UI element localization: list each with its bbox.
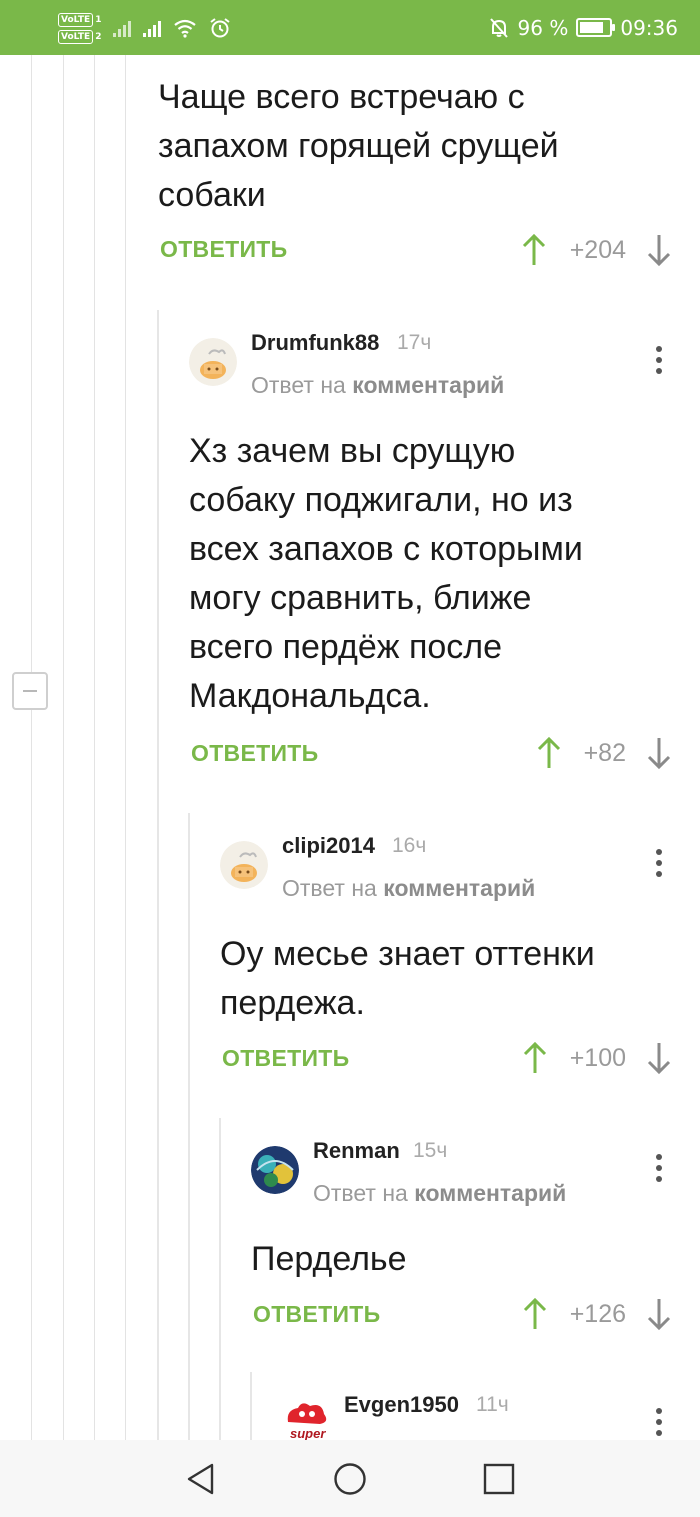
thread-line [63,55,64,1440]
reply-button[interactable]: ОТВЕТИТЬ [253,1301,380,1328]
reply-to-label[interactable]: Ответ на комментарий [313,1180,566,1207]
upvote-icon[interactable] [521,1297,549,1331]
text-line: собаки [158,176,266,214]
timestamp: 15ч [413,1139,448,1162]
more-options-icon[interactable] [649,843,669,883]
reply-button[interactable]: ОТВЕТИТЬ [160,236,287,263]
battery-percent: 96 % [517,15,569,40]
comment: clipi2014 16ч Ответ на комментарий Оу ме… [188,813,700,1440]
text-line: пердежа. [220,984,365,1022]
text-line: Хз зачем вы срущую [189,432,516,470]
timestamp: 17ч [397,331,432,354]
battery-icon [576,18,616,37]
wifi-icon [174,19,197,38]
comment-text: Хз зачем вы срущую собаку поджигали, но … [189,427,689,721]
comment-text: Чаще всего встречаю с запахом горящей ср… [158,73,678,220]
timestamp: 16ч [392,834,427,857]
text-line: Оу месье знает оттенки [220,935,595,973]
volte-tag: VoLTE [58,12,94,27]
recents-icon[interactable] [482,1462,516,1496]
downvote-icon[interactable] [645,1041,673,1075]
back-icon[interactable] [184,1462,218,1496]
volte-indicators: VoLTE 1 VoLTE 2 [58,12,102,44]
comment-thread-border [219,1118,221,1440]
mute-icon [489,17,508,38]
username[interactable]: clipi2014 [282,833,375,859]
status-right: 96 % 09:36 [488,0,678,55]
status-bar: VoLTE 1 VoLTE 2 96 % 09:36 [0,0,700,55]
status-left: VoLTE 1 VoLTE 2 [58,6,231,50]
text-line: запахом горящей срущей [158,127,559,165]
comment-text: Перделье [251,1235,691,1284]
thread-line [31,55,32,1440]
sim-number: 2 [95,31,102,42]
sim-number: 1 [95,14,102,25]
reply-to-link[interactable]: комментарий [414,1180,566,1206]
volte-sim2: VoLTE 2 [58,29,102,44]
rating: +82 [583,739,626,767]
reply-to-link[interactable]: комментарий [352,372,504,398]
alarm-icon [210,18,231,38]
text-line: Перделье [251,1240,407,1278]
rating: +100 [569,1044,626,1072]
more-options-icon[interactable] [649,1148,669,1188]
downvote-icon[interactable] [645,233,673,267]
thread-line [125,55,126,1440]
comment-thread-border [188,813,190,1440]
comment-text: Оу месье знает оттенки пердежа. [220,930,690,1028]
more-options-icon[interactable] [649,1402,669,1440]
text-line: Чаще всего встречаю с [158,78,525,116]
thread-line [94,55,95,1440]
collapse-thread-button[interactable] [12,672,48,710]
signal-icon [113,19,132,37]
reply-to-prefix: Ответ на [251,372,353,398]
comment-thread-border [157,310,159,1440]
volte-tag: VoLTE [58,29,94,44]
comment: Drumfunk88 17ч Ответ на комментарий Хз з… [157,310,700,1440]
volte-sim1: VoLTE 1 [58,12,102,27]
comment: Renman 15ч Ответ на комментарий Перделье… [219,1118,700,1440]
reply-to-label[interactable]: Ответ на комментарий [251,372,504,399]
screen: VoLTE 1 VoLTE 2 96 % 09:36 Чаще всего вс… [0,0,700,1517]
clock: 09:36 [620,15,678,40]
reply-button[interactable]: ОТВЕТИТЬ [191,740,318,767]
downvote-icon[interactable] [645,736,673,770]
timestamp: 11ч [476,1393,509,1416]
home-icon[interactable] [333,1462,367,1496]
avatar[interactable]: super [282,1400,330,1440]
text-line: всех запахов с которыми [189,530,583,568]
comment: super Evgen1950 11ч [250,1372,700,1440]
reply-to-prefix: Ответ на [282,875,384,901]
parent-comment: Чаще всего встречаю с запахом горящей ср… [158,55,700,300]
text-line: Макдональдса. [189,677,431,715]
rating: +126 [569,1300,626,1328]
more-options-icon[interactable] [649,340,669,380]
text-line: собаку поджигали, но из [189,481,573,519]
username[interactable]: Renman [313,1138,400,1164]
navigation-bar [0,1440,700,1517]
reply-to-prefix: Ответ на [313,1180,415,1206]
comment-thread-border [250,1372,252,1440]
reply-to-link[interactable]: комментарий [383,875,535,901]
username[interactable]: Drumfunk88 [251,330,379,356]
avatar[interactable] [189,338,237,386]
avatar[interactable] [220,841,268,889]
signal-icon [143,19,162,37]
rating: +204 [569,236,626,264]
reply-button[interactable]: ОТВЕТИТЬ [222,1045,349,1072]
upvote-icon[interactable] [521,1041,549,1075]
avatar[interactable] [251,1146,299,1194]
text-line: могу сравнить, ближе [189,579,532,617]
reply-to-label[interactable]: Ответ на комментарий [282,875,535,902]
downvote-icon[interactable] [645,1297,673,1331]
username[interactable]: Evgen1950 [344,1392,459,1418]
text-line: всего пердёж после [189,628,503,666]
avatar-text: super [290,1426,326,1440]
battery-fill [580,22,604,33]
upvote-icon[interactable] [520,233,548,267]
